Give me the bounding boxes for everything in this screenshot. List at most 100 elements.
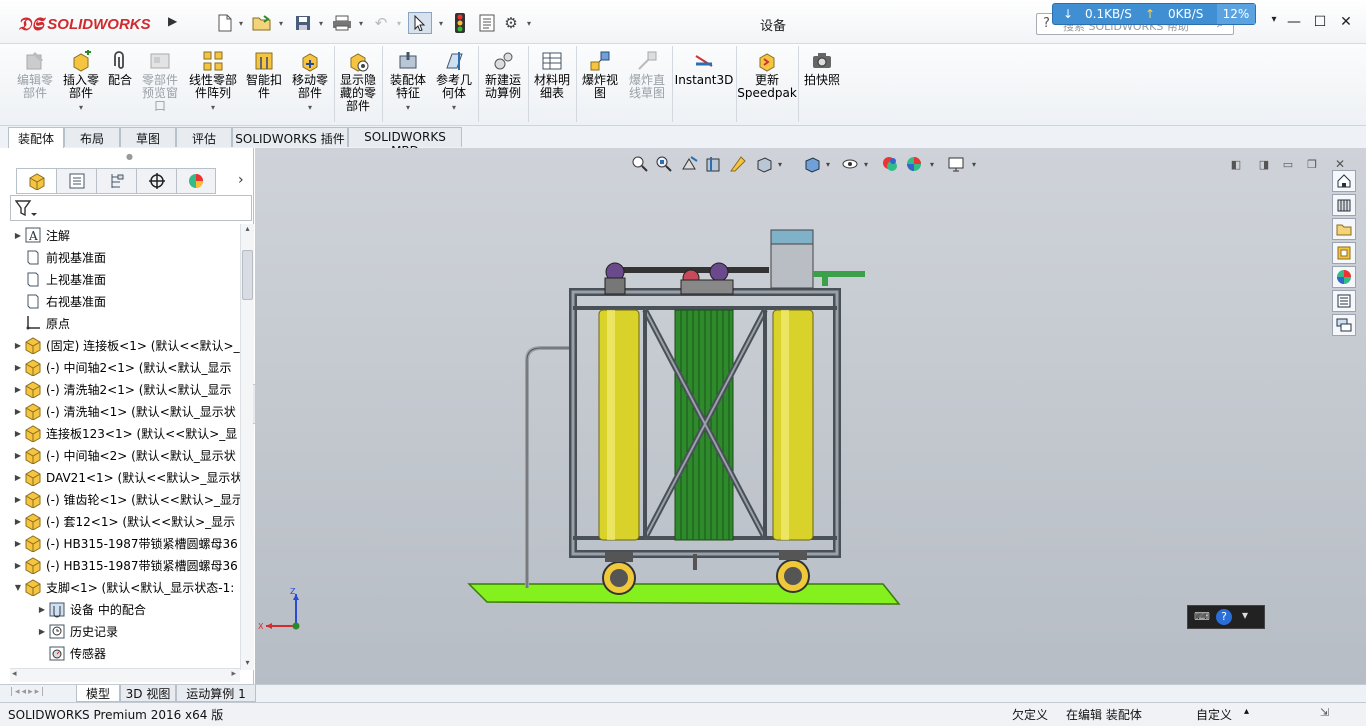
tab-dimxpert-manager[interactable] <box>136 168 176 194</box>
mate-button[interactable]: 配合 <box>104 50 136 122</box>
update-speedpak-button[interactable]: 更新 Speedpak <box>737 50 797 122</box>
3d-assembly-model[interactable] <box>465 226 1145 616</box>
network-monitor-widget[interactable]: ↓ 0.1KB/S ↑ 0KB/S 12% <box>1052 3 1256 25</box>
hide-show-items-icon[interactable] <box>839 154 861 174</box>
scroll-thumb[interactable] <box>242 250 253 300</box>
reference-geometry-dropdown-icon[interactable]: ▾ <box>452 101 456 114</box>
panel-more-chevron-icon[interactable]: › <box>238 172 244 188</box>
expand-arrow-icon[interactable]: ▶ <box>12 231 24 240</box>
dynamic-annotation-icon[interactable] <box>727 154 749 174</box>
tree-horizontal-scrollbar[interactable]: ◂ ▸ <box>10 668 240 682</box>
units-dropdown-icon[interactable]: ▴ <box>1244 706 1249 717</box>
tree-item[interactable]: 传感器 <box>8 642 240 664</box>
tree-item[interactable]: ▶ 连接板123<1> (默认<<默认>_显 <box>8 422 240 444</box>
tree-item[interactable]: ▶ (-) 清洗轴2<1> (默认<默认_显示 <box>8 378 240 400</box>
graphics-area[interactable]: ▾ ▾ ▾ ▾ ▾ ◧ ◨ ▭ ❐ ✕ Z X ⌨ ? ▾ <box>255 148 1366 684</box>
hide-show-dropdown-icon[interactable]: ▾ <box>861 154 871 174</box>
edit-component-button[interactable]: 编辑零 部件 <box>12 50 58 122</box>
linear-pattern-dropdown-icon[interactable]: ▾ <box>211 101 215 114</box>
save-dropdown-icon[interactable]: ▾ <box>316 12 326 34</box>
apply-scene-icon[interactable] <box>903 154 925 174</box>
tab-solidworks-addins[interactable]: SOLIDWORKS 插件 <box>232 127 348 147</box>
scroll-down-icon[interactable]: ▾ <box>241 658 254 670</box>
tab-3d-views[interactable]: 3D 视图 <box>120 685 176 702</box>
appearances-scenes-icon[interactable] <box>1332 266 1356 288</box>
tab-layout[interactable]: 布局 <box>64 127 120 147</box>
solidworks-resources-home-icon[interactable] <box>1332 170 1356 192</box>
right-tank[interactable] <box>772 309 814 541</box>
take-snapshot-button[interactable]: 拍快照 <box>802 50 842 122</box>
section-view-icon[interactable] <box>703 154 725 174</box>
tab-sketch[interactable]: 草图 <box>120 127 176 147</box>
tree-item[interactable]: ▶ 设备 中的配合 <box>8 598 240 620</box>
tree-item[interactable]: ▶ (-) 锥齿轮<1> (默认<<默认>_显示 <box>8 488 240 510</box>
display-style-icon[interactable] <box>801 154 823 174</box>
maximize-button[interactable]: ☐ <box>1310 14 1330 34</box>
options-dropdown-icon[interactable]: ▾ <box>524 12 534 34</box>
tab-display-manager[interactable] <box>176 168 216 194</box>
tree-vertical-scrollbar[interactable]: ▴ ▾ <box>240 224 254 670</box>
tree-item[interactable]: ▶ (-) HB315-1987带锁紧槽圆螺母36 <box>8 554 240 576</box>
print-dropdown-icon[interactable]: ▾ <box>356 12 366 34</box>
smart-fasteners-button[interactable]: 智能扣 件 <box>242 50 286 122</box>
forum-chat-icon[interactable] <box>1332 314 1356 336</box>
tab-evaluate[interactable]: 评估 <box>176 127 232 147</box>
reference-geometry-button[interactable]: 参考几 何体 ▾ <box>432 50 476 122</box>
show-hidden-components-button[interactable]: 显示隐 藏的零 部件 <box>336 50 380 122</box>
tree-item[interactable]: ▼ 支脚<1> (默认<默认_显示状态-1: <box>8 576 240 598</box>
keyboard-icon[interactable]: ⌨ <box>1194 610 1210 623</box>
insert-components-dropdown-icon[interactable]: ▾ <box>79 101 83 114</box>
tree-item[interactable]: 原点 <box>8 312 240 334</box>
tree-item[interactable]: ▶ (-) 套12<1> (默认<<默认>_显示 <box>8 510 240 532</box>
file-explorer-folder-icon[interactable] <box>1332 218 1356 240</box>
custom-properties-icon[interactable] <box>1332 290 1356 312</box>
view-orientation-icon[interactable] <box>753 154 775 174</box>
resize-grip-icon[interactable]: ⇲ <box>1320 706 1329 719</box>
tree-item[interactable]: 前视基准面 <box>8 246 240 268</box>
viewport-restore-icon[interactable]: ❐ <box>1303 154 1321 174</box>
tree-item[interactable]: 右视基准面 <box>8 290 240 312</box>
tree-item[interactable]: ▶ DAV21<1> (默认<<默认>_显示状 <box>8 466 240 488</box>
menu-expand-icon[interactable]: ▶ <box>168 14 182 32</box>
select-arrow-icon[interactable] <box>408 12 432 34</box>
expand-arrow-icon[interactable]: ▶ <box>36 627 48 636</box>
expand-arrow-icon[interactable]: ▶ <box>12 517 24 526</box>
scroll-right-icon[interactable]: ▸ <box>231 669 236 679</box>
design-library-icon[interactable] <box>1332 194 1356 216</box>
new-document-icon[interactable] <box>214 12 236 34</box>
left-tank[interactable] <box>598 309 640 541</box>
tree-item[interactable]: 上视基准面 <box>8 268 240 290</box>
component-preview-window-button[interactable]: 零部件 预览窗 口 <box>136 50 184 122</box>
new-dropdown-icon[interactable]: ▾ <box>236 12 246 34</box>
collapse-arrow-icon[interactable]: ▼ <box>12 583 24 592</box>
expand-arrow-icon[interactable]: ▶ <box>12 473 24 482</box>
undo-icon[interactable]: ↶ <box>370 12 392 34</box>
close-button[interactable]: ✕ <box>1336 14 1356 34</box>
base-plate[interactable] <box>467 583 901 605</box>
expand-arrow-icon[interactable]: ▶ <box>12 341 24 350</box>
help-dropdown-icon[interactable]: ▾ <box>1266 14 1282 34</box>
viewport-next-icon[interactable]: ◨ <box>1255 154 1273 174</box>
expand-arrow-icon[interactable]: ▶ <box>12 429 24 438</box>
file-properties-icon[interactable] <box>476 12 498 34</box>
tree-item[interactable]: ▶ A 注解 <box>8 224 240 246</box>
view-settings-monitor-icon[interactable] <box>945 154 967 174</box>
zoom-to-area-icon[interactable] <box>653 154 675 174</box>
expand-arrow-icon[interactable]: ▶ <box>12 561 24 570</box>
tab-assembly[interactable]: 装配体 <box>8 127 64 148</box>
tree-item[interactable]: ▶ (固定) 连接板<1> (默认<<默认>_ <box>8 334 240 356</box>
mini-toolbar[interactable]: ⌨ ? ▾ <box>1187 605 1265 629</box>
assembly-features-button[interactable]: 装配体 特征 ▾ <box>386 50 430 122</box>
unit-system[interactable]: 自定义 <box>1196 706 1232 723</box>
tree-item[interactable]: ▶ (-) 中间轴2<1> (默认<默认_显示 <box>8 356 240 378</box>
minimize-button[interactable]: — <box>1284 14 1304 34</box>
tab-motion-study-1[interactable]: 运动算例 1 <box>176 685 256 702</box>
bill-of-materials-button[interactable]: 材料明 细表 <box>530 50 574 122</box>
tab-solidworks-mbd[interactable]: SOLIDWORKS MBD <box>348 127 462 158</box>
move-component-dropdown-icon[interactable]: ▾ <box>308 101 312 114</box>
solidworks-logo[interactable]: 𝔇𝕾 SOLIDWORKS <box>18 10 160 38</box>
open-dropdown-icon[interactable]: ▾ <box>276 12 286 34</box>
view-palette-icon[interactable] <box>1332 242 1356 264</box>
tree-filter-box[interactable] <box>10 195 252 221</box>
instant3d-button[interactable]: Instant3D <box>674 50 734 122</box>
